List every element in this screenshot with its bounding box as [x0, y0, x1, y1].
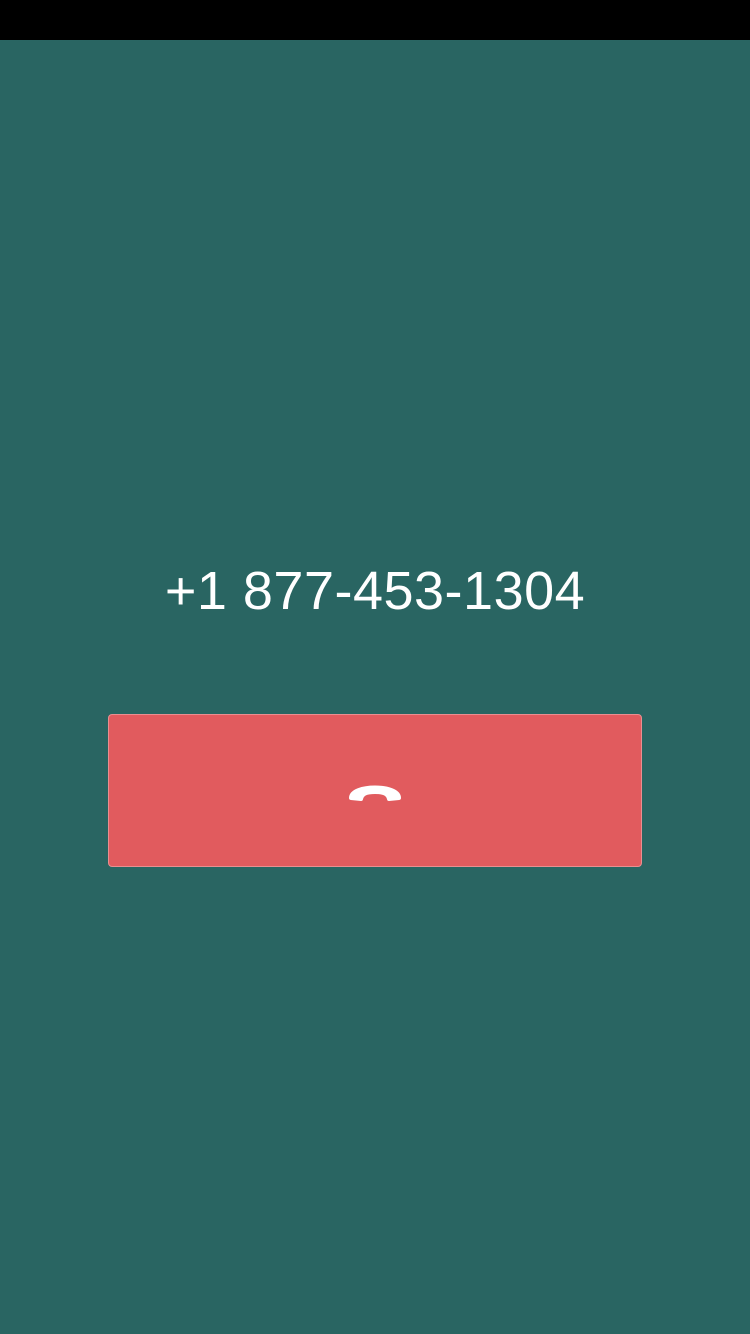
phone-number: +1 877-453-1304 [164, 561, 586, 621]
status-bar [0, 0, 750, 40]
call-screen: +1 877-453-1304 [0, 40, 750, 1334]
phone-hangup-icon [348, 778, 402, 804]
end-call-button[interactable] [108, 714, 642, 867]
